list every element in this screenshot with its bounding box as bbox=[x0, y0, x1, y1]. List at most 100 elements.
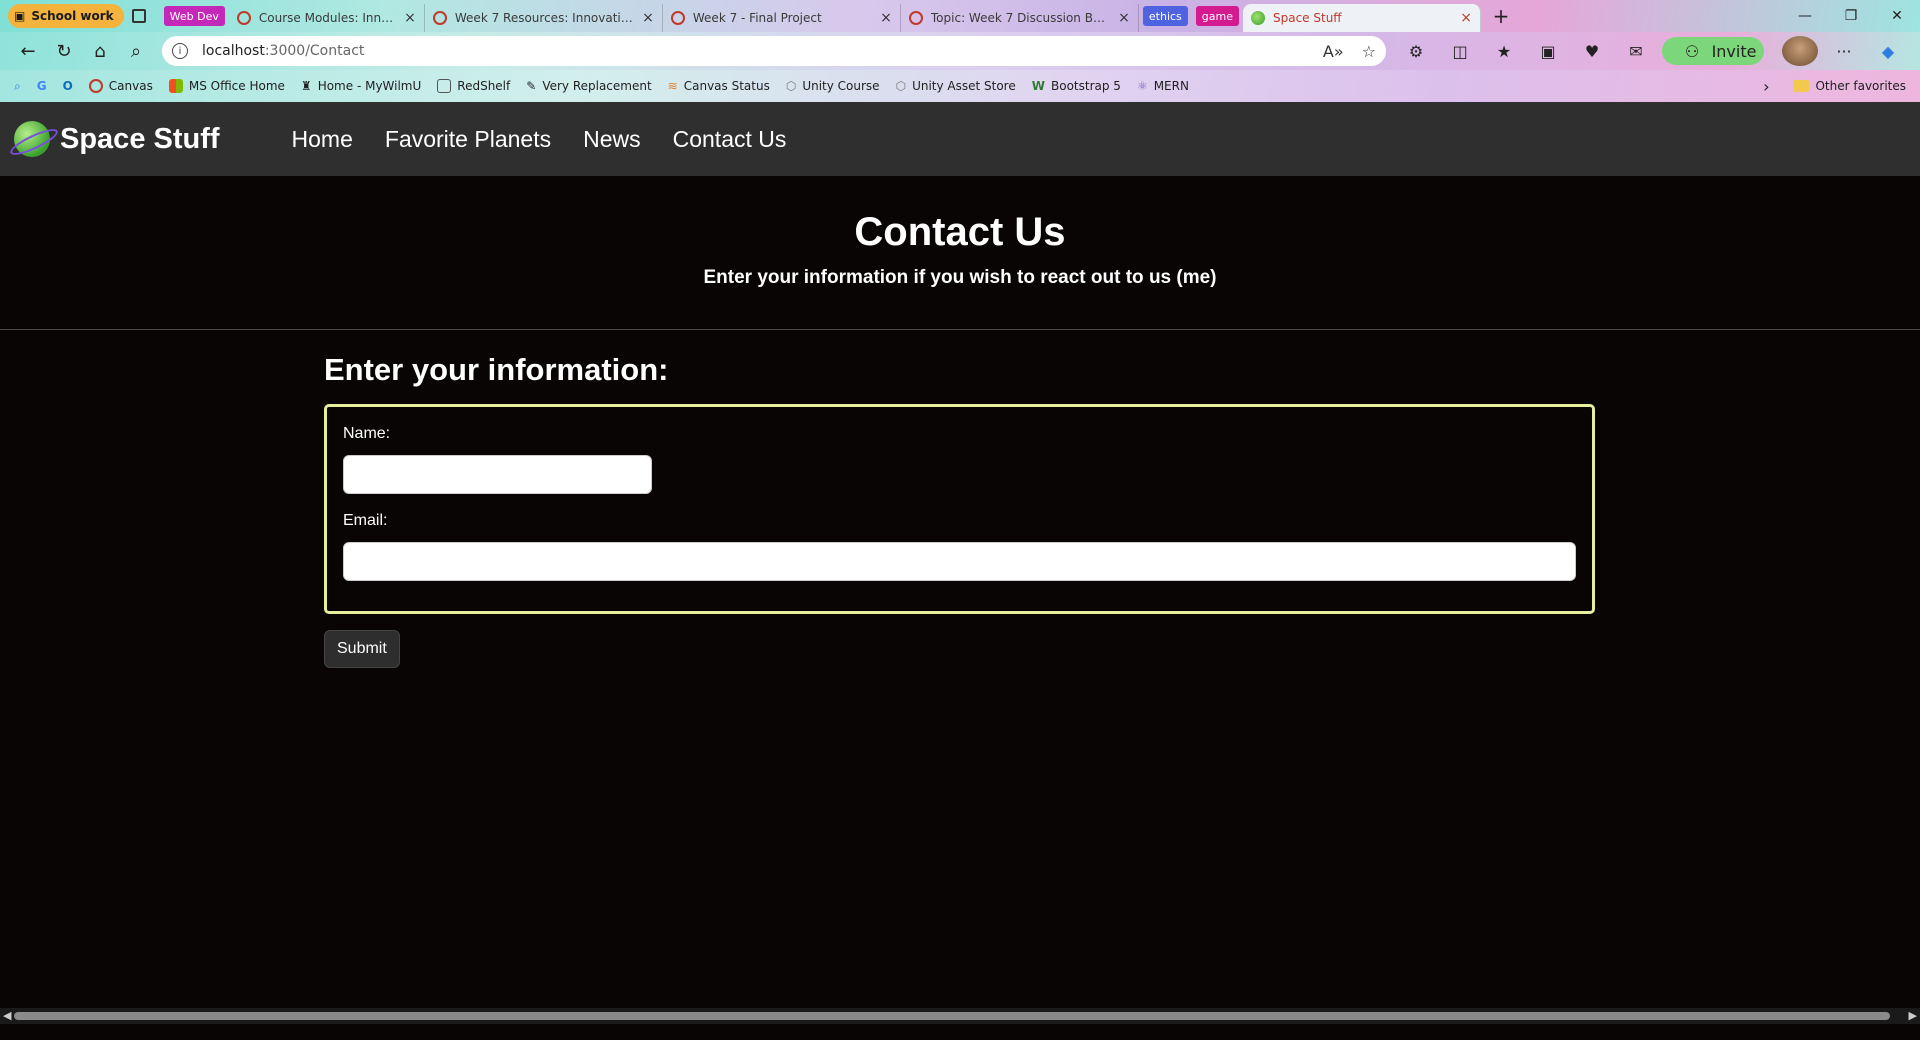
scrollbar-thumb[interactable] bbox=[14, 1012, 1890, 1020]
tab-group-web-dev[interactable]: Web Dev bbox=[163, 6, 225, 26]
bookmark-label: Bootstrap 5 bbox=[1051, 79, 1121, 93]
health-icon[interactable]: ♥ bbox=[1574, 36, 1610, 66]
page-title: Contact Us bbox=[854, 210, 1066, 254]
bookmark-outlook-icon[interactable]: O bbox=[63, 79, 73, 93]
bookmark-label: Very Replacement bbox=[542, 79, 652, 93]
tab-title: Topic: Week 7 Discussion Board - bbox=[930, 11, 1111, 25]
address-bar-actions: A» ☆ bbox=[1323, 42, 1376, 61]
url-path: :3000/Contact bbox=[264, 43, 365, 59]
email-label: Email: bbox=[343, 512, 388, 529]
window-controls: — ❐ ✕ bbox=[1782, 0, 1920, 32]
invite-button[interactable]: ⚇ Invite bbox=[1662, 37, 1764, 65]
split-screen-icon[interactable]: ◫ bbox=[1442, 36, 1478, 66]
browser-tab[interactable]: Week 7 Resources: Innovative W × bbox=[425, 4, 663, 32]
browser-toolbar: ← ↻ ⌂ ⌕ i localhost:3000/Contact A» ☆ ⚙ … bbox=[0, 32, 1920, 70]
react-icon: ⚛ bbox=[1136, 79, 1148, 93]
tab-group-icon: ▣ bbox=[14, 9, 26, 23]
tab-title: Space Stuff bbox=[1273, 11, 1342, 25]
nav-link-favorite-planets[interactable]: Favorite Planets bbox=[385, 126, 551, 153]
close-window-icon[interactable]: ✕ bbox=[1874, 0, 1920, 32]
site-brand[interactable]: Space Stuff bbox=[14, 121, 220, 157]
home-icon[interactable]: ⌂ bbox=[82, 35, 118, 67]
bookmark-label: Other favorites bbox=[1815, 79, 1906, 93]
url-host: localhost bbox=[202, 43, 265, 59]
nav-link-home[interactable]: Home bbox=[292, 126, 353, 153]
form-title: Enter your information: bbox=[324, 352, 669, 387]
chat-icon[interactable]: ✉ bbox=[1618, 36, 1654, 66]
favorite-star-icon[interactable]: ☆ bbox=[1362, 42, 1376, 61]
minimize-icon[interactable]: — bbox=[1782, 0, 1828, 32]
collections-icon[interactable]: ▣ bbox=[1530, 36, 1566, 66]
close-tab-icon[interactable]: × bbox=[1460, 10, 1472, 26]
nav-link-news[interactable]: News bbox=[583, 126, 641, 153]
new-tab-button[interactable]: + bbox=[1487, 2, 1515, 30]
back-icon[interactable]: ← bbox=[10, 35, 46, 67]
bookmark-label: Unity Course bbox=[802, 79, 880, 93]
bookmark-ms-office-home[interactable]: MS Office Home bbox=[168, 79, 285, 93]
name-input[interactable] bbox=[343, 455, 652, 494]
contact-form: Enter your information: Name: Email: Sub… bbox=[324, 352, 1595, 668]
vertical-tabs-icon[interactable] bbox=[131, 9, 146, 23]
scroll-left-icon[interactable]: ◀ bbox=[3, 1009, 11, 1022]
bookmark-search-icon[interactable]: ⌕ bbox=[14, 79, 21, 94]
bootstrap-icon: W bbox=[1031, 79, 1045, 93]
tab-group-game[interactable]: game bbox=[1195, 6, 1239, 26]
maximize-icon[interactable]: ❐ bbox=[1828, 0, 1874, 32]
canvas-icon bbox=[908, 11, 923, 25]
address-bar[interactable]: i localhost:3000/Contact A» ☆ bbox=[162, 36, 1386, 66]
email-input[interactable] bbox=[343, 542, 1576, 581]
more-menu-icon[interactable]: ··· bbox=[1826, 36, 1862, 66]
bookmark-redshelf[interactable]: RedShelf bbox=[437, 79, 510, 93]
canvas-icon bbox=[432, 11, 447, 25]
planet-favicon-icon bbox=[1251, 11, 1265, 25]
browser-tab[interactable]: Week 7 - Final Project × bbox=[663, 4, 901, 32]
horizontal-scrollbar[interactable]: ◀ ▶ bbox=[0, 1008, 1920, 1024]
brand-name: Space Stuff bbox=[60, 122, 220, 155]
bookmark-mywilmu[interactable]: ♜ Home - MyWilmU bbox=[301, 79, 421, 93]
people-icon: ⚇ bbox=[1684, 41, 1700, 61]
extensions-icon[interactable]: ⚙ bbox=[1398, 36, 1434, 66]
search-icon[interactable]: ⌕ bbox=[118, 35, 154, 67]
read-aloud-icon[interactable]: A» bbox=[1323, 42, 1344, 61]
form-fieldset: Name: Email: bbox=[324, 404, 1595, 614]
submit-button[interactable]: Submit bbox=[324, 630, 400, 668]
unity-icon: ⬡ bbox=[785, 79, 797, 93]
bookmark-label: Canvas Status bbox=[683, 79, 770, 93]
bookmark-label: RedShelf bbox=[457, 79, 511, 93]
close-tab-icon[interactable]: × bbox=[404, 10, 416, 26]
copilot-icon[interactable]: ◆ bbox=[1870, 36, 1906, 66]
scroll-right-icon[interactable]: ▶ bbox=[1909, 1009, 1917, 1022]
other-favorites-folder[interactable]: Other favorites bbox=[1793, 79, 1906, 93]
site-info-icon[interactable]: i bbox=[172, 43, 188, 59]
bookmark-label: Unity Asset Store bbox=[912, 79, 1016, 93]
page-header: Contact Us Enter your information if you… bbox=[0, 176, 1920, 330]
profile-avatar[interactable] bbox=[1782, 36, 1818, 66]
tab-title: Week 7 - Final Project bbox=[692, 11, 822, 25]
browser-tab[interactable]: Topic: Week 7 Discussion Board - × bbox=[901, 4, 1139, 32]
bookmark-canvas-status[interactable]: ≋ Canvas Status bbox=[668, 79, 770, 93]
tab-group-ethics[interactable]: ethics bbox=[1142, 6, 1188, 26]
bookmark-mern[interactable]: ⚛ MERN bbox=[1137, 79, 1189, 93]
close-tab-icon[interactable]: × bbox=[1118, 10, 1130, 26]
canvas-icon bbox=[670, 11, 685, 25]
bookmark-unity-course[interactable]: ⬡ Unity Course bbox=[786, 79, 880, 93]
reload-icon[interactable]: ↻ bbox=[46, 35, 82, 67]
browser-tab[interactable]: Course Modules: Innovative Web × bbox=[229, 4, 425, 32]
browser-tab-active[interactable]: Space Stuff × bbox=[1243, 4, 1481, 32]
favorites-icon[interactable]: ★ bbox=[1486, 36, 1522, 66]
bookmark-unity-asset-store[interactable]: ⬡ Unity Asset Store bbox=[896, 79, 1016, 93]
close-tab-icon[interactable]: × bbox=[642, 10, 654, 26]
tab-group-school-work[interactable]: ▣ School work bbox=[8, 4, 124, 28]
pencil-icon: ✎ bbox=[526, 79, 537, 93]
bookmark-bootstrap-5[interactable]: W Bootstrap 5 bbox=[1032, 79, 1121, 93]
bookmark-very-replacement[interactable]: ✎ Very Replacement bbox=[526, 79, 651, 93]
chevron-right-icon[interactable]: › bbox=[1763, 77, 1769, 96]
canvas-icon bbox=[88, 79, 103, 93]
extension-bar: ⚙ ◫ ★ ▣ ♥ ✉ ⚇ Invite ··· ◆ bbox=[1398, 36, 1906, 66]
close-tab-icon[interactable]: × bbox=[880, 10, 892, 26]
nav-link-contact-us[interactable]: Contact Us bbox=[673, 126, 787, 153]
bookmark-canvas[interactable]: Canvas bbox=[88, 79, 153, 93]
bookmark-google-icon[interactable]: G bbox=[37, 79, 47, 93]
canvas-icon bbox=[236, 11, 251, 25]
unity-icon: ⬡ bbox=[895, 79, 907, 93]
